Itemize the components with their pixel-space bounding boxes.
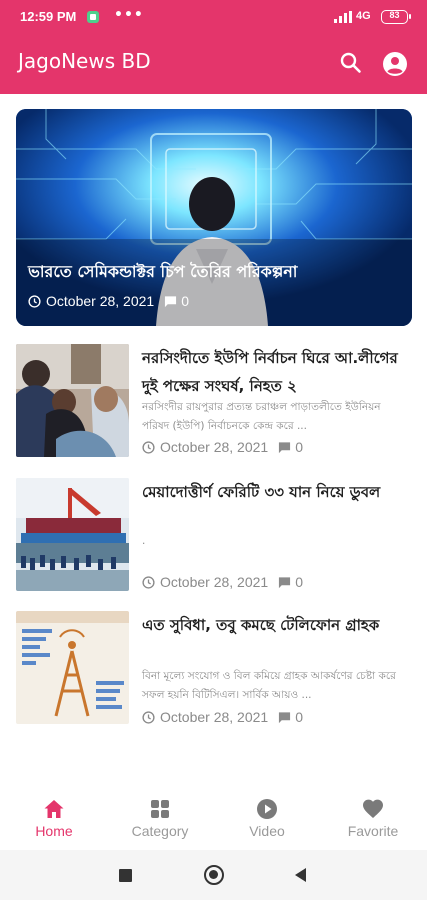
status-bar: 12:59 PM ••• 4G 83 xyxy=(0,0,427,34)
featured-date: October 28, 2021 xyxy=(46,293,155,309)
nav-category-label: Category xyxy=(131,823,189,839)
featured-comment-count: 0 xyxy=(181,293,189,309)
nav-favorite-label: Favorite xyxy=(347,823,399,839)
article-date: October 28, 2021 xyxy=(160,709,269,725)
system-navigation-bar xyxy=(0,850,427,900)
battery-level: 83 xyxy=(389,10,400,20)
article-comment-count: 0 xyxy=(295,439,303,455)
comment-icon xyxy=(165,295,177,307)
nav-video[interactable]: Video xyxy=(222,789,312,847)
battery-icon: 83 xyxy=(381,10,411,24)
article-title: এত সুবিধা, তবু কমছে টেলিফোন গ্রাহক xyxy=(142,616,380,634)
grid-icon xyxy=(151,800,169,818)
comment-icon xyxy=(279,441,291,453)
app-title: JagoNews BD xyxy=(18,49,151,73)
featured-article-card[interactable]: ভারতে সেমিকন্ডাক্টর চিপ তৈরির পরিকল্পনা … xyxy=(16,109,412,326)
article-meta: October 28, 2021 0 xyxy=(142,709,303,725)
comment-icon xyxy=(279,711,291,723)
heart-icon xyxy=(363,799,383,818)
home-icon xyxy=(44,800,64,818)
nav-video-label: Video xyxy=(249,823,285,839)
article-excerpt: . xyxy=(142,535,146,547)
back-icon[interactable] xyxy=(295,868,306,882)
app-screen: 12:59 PM ••• 4G 83 JagoNews BD ভারতে সেম… xyxy=(0,0,427,900)
article-comment-count: 0 xyxy=(295,574,303,590)
article-comment-count: 0 xyxy=(295,709,303,725)
article-excerpt: বিনা মূল্যে সংযোগ ও বিল কমিয়ে গ্রাহক আক… xyxy=(142,670,396,701)
recent-apps-icon[interactable] xyxy=(119,869,132,882)
article-date: October 28, 2021 xyxy=(160,439,269,455)
article-meta: October 28, 2021 0 xyxy=(142,439,303,455)
article-thumbnail xyxy=(16,478,129,591)
home-button-icon[interactable] xyxy=(204,865,224,885)
search-icon[interactable] xyxy=(336,48,366,78)
bottom-navigation: Home Category Video Favorite xyxy=(0,789,427,847)
nav-home[interactable]: Home xyxy=(9,789,99,847)
comment-icon xyxy=(279,576,291,588)
nav-category[interactable]: Category xyxy=(115,789,205,847)
clock-icon xyxy=(28,294,41,308)
app-notification-icon xyxy=(87,11,99,23)
article-meta: October 28, 2021 0 xyxy=(142,574,303,590)
article-date: October 28, 2021 xyxy=(160,574,269,590)
article-title: মেয়াদোত্তীর্ণ ফেরিটি ৩৩ যান নিয়ে ডুবল xyxy=(142,483,381,501)
clock-icon xyxy=(142,575,155,589)
account-circle-icon[interactable] xyxy=(379,48,411,80)
play-circle-icon xyxy=(257,799,277,819)
clock-icon xyxy=(142,710,155,724)
article-thumbnail xyxy=(16,344,129,457)
more-notifications-icon: ••• xyxy=(114,7,144,23)
featured-meta: October 28, 2021 0 xyxy=(28,293,189,309)
list-item[interactable]: মেয়াদোত্তীর্ণ ফেরিটি ৩৩ যান নিয়ে ডুবল … xyxy=(16,478,412,592)
signal-icon xyxy=(334,11,352,23)
featured-title: ভারতে সেমিকন্ডাক্টর চিপ তৈরির পরিকল্পনা xyxy=(28,262,298,281)
article-thumbnail xyxy=(16,611,129,724)
list-item[interactable]: এত সুবিধা, তবু কমছে টেলিফোন গ্রাহক বিনা … xyxy=(16,611,412,725)
clock-icon xyxy=(142,440,155,454)
app-bar: JagoNews BD xyxy=(0,34,427,94)
nav-favorite[interactable]: Favorite xyxy=(328,789,418,847)
network-type: 4G xyxy=(356,10,371,22)
status-time: 12:59 PM xyxy=(20,9,77,24)
nav-home-label: Home xyxy=(35,823,73,839)
list-item[interactable]: নরসিংদীতে ইউপি নির্বাচন ঘিরে আ.লীগের দুই… xyxy=(16,344,412,458)
article-excerpt: নরসিংদীর রায়পুরার প্রত্যন্ত চরাঞ্চল পাড… xyxy=(142,401,381,432)
article-title: নরসিংদীতে ইউপি নির্বাচন ঘিরে আ.লীগের দুই… xyxy=(142,349,398,395)
